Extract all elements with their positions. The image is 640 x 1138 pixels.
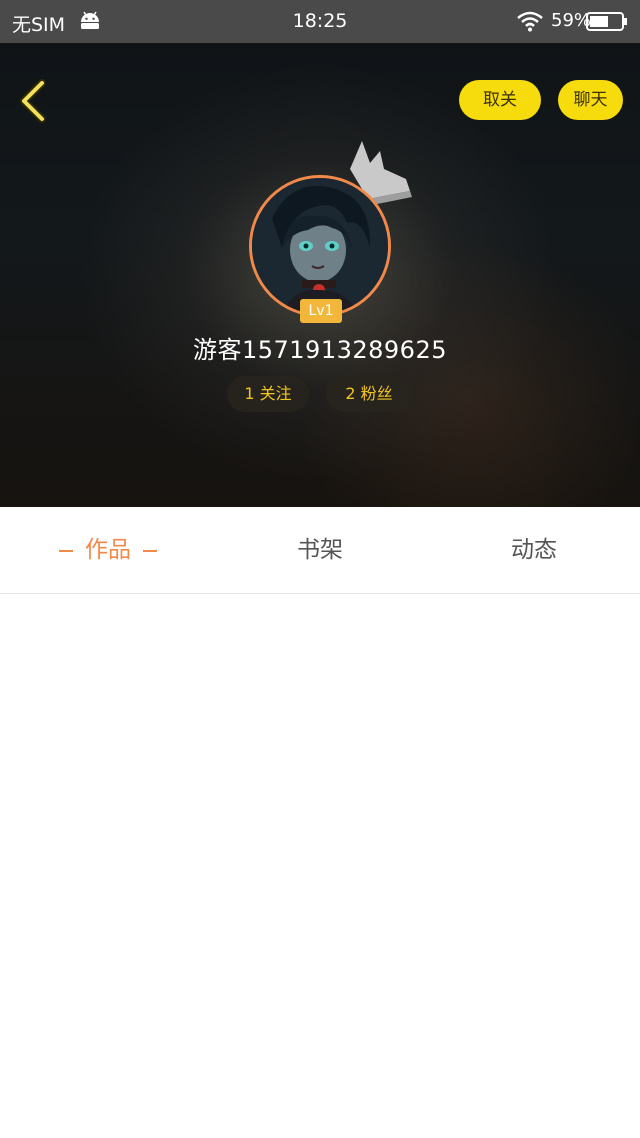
back-arrow-icon[interactable] — [14, 77, 54, 125]
level-badge: Lv1 — [300, 299, 342, 323]
tab-active-indicator-right — [143, 549, 157, 552]
tab-activity[interactable]: 动态 — [470, 507, 598, 594]
fans-count-button[interactable]: 2 粉丝 — [326, 376, 412, 412]
battery-percent: 59% — [551, 10, 592, 31]
profile-header: 取关 聊天 Lv1 游客1571913289625 1 关注 2 粉丝 — [0, 43, 640, 507]
avatar-container — [249, 175, 391, 317]
tab-content-area — [0, 595, 640, 1138]
battery-icon — [586, 12, 627, 31]
unfollow-button[interactable]: 取关 — [459, 80, 541, 120]
avatar-image — [252, 178, 388, 314]
wifi-icon — [517, 11, 543, 32]
tab-active-indicator-left — [59, 549, 73, 552]
status-bar: 无SIM 18:25 59% — [0, 0, 640, 43]
profile-tabs: 作品 书架 动态 — [0, 507, 640, 594]
tab-bookshelf[interactable]: 书架 — [256, 507, 384, 594]
tab-works[interactable]: 作品 — [40, 507, 176, 594]
username: 游客1571913289625 — [192, 336, 447, 364]
chat-button[interactable]: 聊天 — [558, 80, 623, 120]
following-count-button[interactable]: 1 关注 — [227, 376, 309, 412]
avatar[interactable] — [249, 175, 391, 317]
clock: 18:25 — [292, 10, 348, 32]
tab-works-label: 作品 — [85, 537, 131, 563]
